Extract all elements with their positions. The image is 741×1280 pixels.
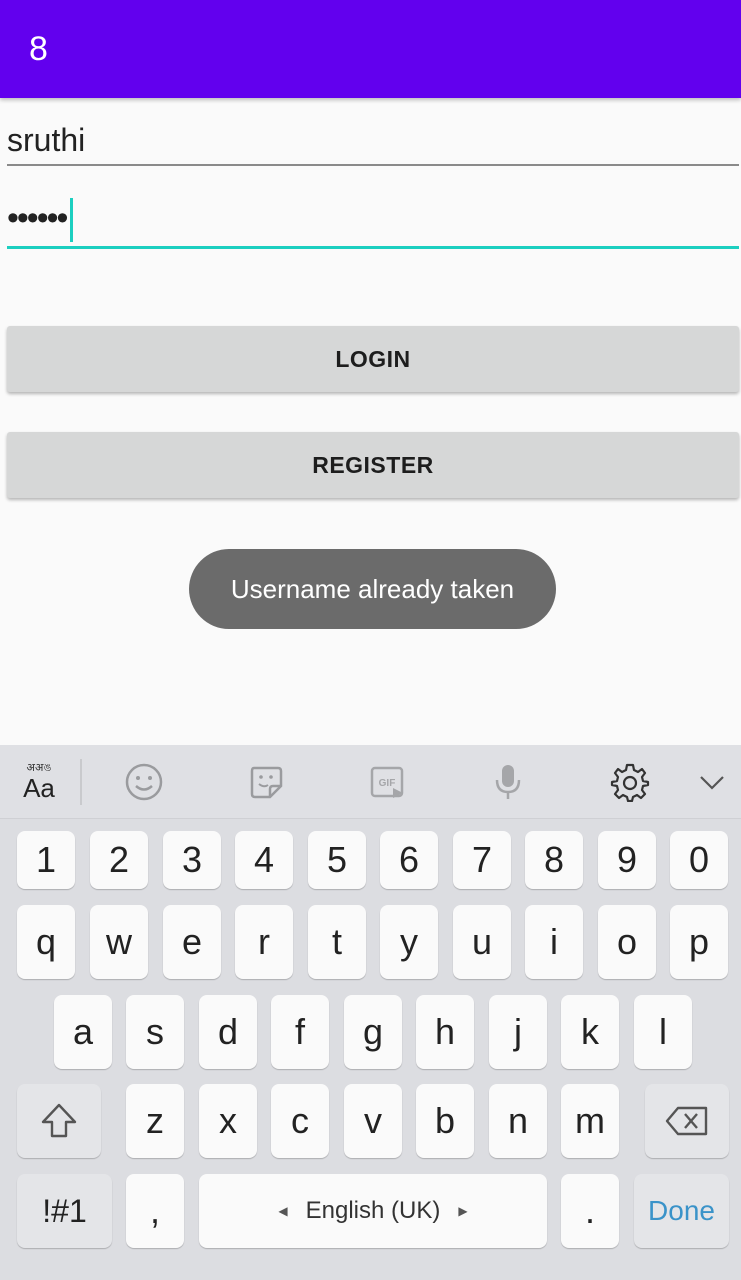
- language-icon[interactable]: अअঙ Aa: [14, 757, 64, 807]
- emoji-icon[interactable]: [119, 757, 169, 807]
- key-5[interactable]: 5: [308, 831, 366, 889]
- login-button[interactable]: LOGIN: [7, 326, 739, 392]
- shift-key[interactable]: [17, 1084, 101, 1158]
- backspace-key[interactable]: [645, 1084, 729, 1158]
- language-right-icon: ▶: [458, 1204, 468, 1218]
- toast-message: Username already taken: [189, 549, 556, 629]
- key-a[interactable]: a: [54, 995, 112, 1069]
- shift-icon: [41, 1103, 77, 1138]
- key-l[interactable]: l: [634, 995, 692, 1069]
- key-r[interactable]: r: [235, 905, 293, 979]
- key-0[interactable]: 0: [670, 831, 728, 889]
- key-1[interactable]: 1: [17, 831, 75, 889]
- chevron-down-icon[interactable]: [687, 757, 737, 807]
- app-bar: 8: [0, 0, 741, 98]
- key-x[interactable]: x: [199, 1084, 257, 1158]
- key-v[interactable]: v: [344, 1084, 402, 1158]
- comma-key[interactable]: ,: [126, 1174, 184, 1248]
- key-f[interactable]: f: [271, 995, 329, 1069]
- key-b[interactable]: b: [416, 1084, 474, 1158]
- key-j[interactable]: j: [489, 995, 547, 1069]
- key-i[interactable]: i: [525, 905, 583, 979]
- key-9[interactable]: 9: [598, 831, 656, 889]
- backspace-icon: [665, 1106, 708, 1136]
- space-language-label: English (UK): [305, 1197, 441, 1224]
- settings-icon[interactable]: [605, 757, 655, 807]
- key-8[interactable]: 8: [525, 831, 583, 889]
- key-h[interactable]: h: [416, 995, 474, 1069]
- key-y[interactable]: y: [380, 905, 438, 979]
- key-s[interactable]: s: [126, 995, 184, 1069]
- key-p[interactable]: p: [670, 905, 728, 979]
- key-t[interactable]: t: [308, 905, 366, 979]
- key-q[interactable]: q: [17, 905, 75, 979]
- space-key[interactable]: ◀ English (UK) ▶: [199, 1174, 547, 1248]
- text-cursor: [70, 198, 74, 242]
- key-4[interactable]: 4: [235, 831, 293, 889]
- toolbar-divider: [80, 759, 82, 805]
- period-key[interactable]: .: [561, 1174, 619, 1248]
- svg-text:GIF: GIF: [379, 778, 396, 789]
- language-left-icon: ◀: [278, 1204, 288, 1218]
- key-2[interactable]: 2: [90, 831, 148, 889]
- key-u[interactable]: u: [453, 905, 511, 979]
- key-e[interactable]: e: [163, 905, 221, 979]
- key-6[interactable]: 6: [380, 831, 438, 889]
- key-w[interactable]: w: [90, 905, 148, 979]
- microphone-icon[interactable]: [483, 757, 533, 807]
- key-g[interactable]: g: [344, 995, 402, 1069]
- register-button[interactable]: REGISTER: [7, 432, 739, 498]
- password-field[interactable]: ••••••: [7, 192, 739, 249]
- key-d[interactable]: d: [199, 995, 257, 1069]
- language-label: Aa: [23, 773, 55, 803]
- key-m[interactable]: m: [561, 1084, 619, 1158]
- symbols-key[interactable]: !#1: [17, 1174, 112, 1248]
- app-title: 8: [29, 30, 48, 68]
- key-3[interactable]: 3: [163, 831, 221, 889]
- key-z[interactable]: z: [126, 1084, 184, 1158]
- key-7[interactable]: 7: [453, 831, 511, 889]
- keyboard-toolbar: अअঙ Aa GIF: [0, 745, 741, 819]
- password-value: ••••••: [7, 198, 68, 237]
- username-field[interactable]: sruthi: [7, 112, 739, 166]
- key-c[interactable]: c: [271, 1084, 329, 1158]
- key-k[interactable]: k: [561, 995, 619, 1069]
- username-value: sruthi: [7, 122, 86, 158]
- key-n[interactable]: n: [489, 1084, 547, 1158]
- done-key[interactable]: Done: [634, 1174, 729, 1248]
- gif-icon[interactable]: GIF: [362, 757, 412, 807]
- key-o[interactable]: o: [598, 905, 656, 979]
- soft-keyboard: अअঙ Aa GIF 1 2 3 4 5 6 7 8 9 0 q w e r t: [0, 745, 741, 1280]
- sticker-icon[interactable]: [241, 757, 291, 807]
